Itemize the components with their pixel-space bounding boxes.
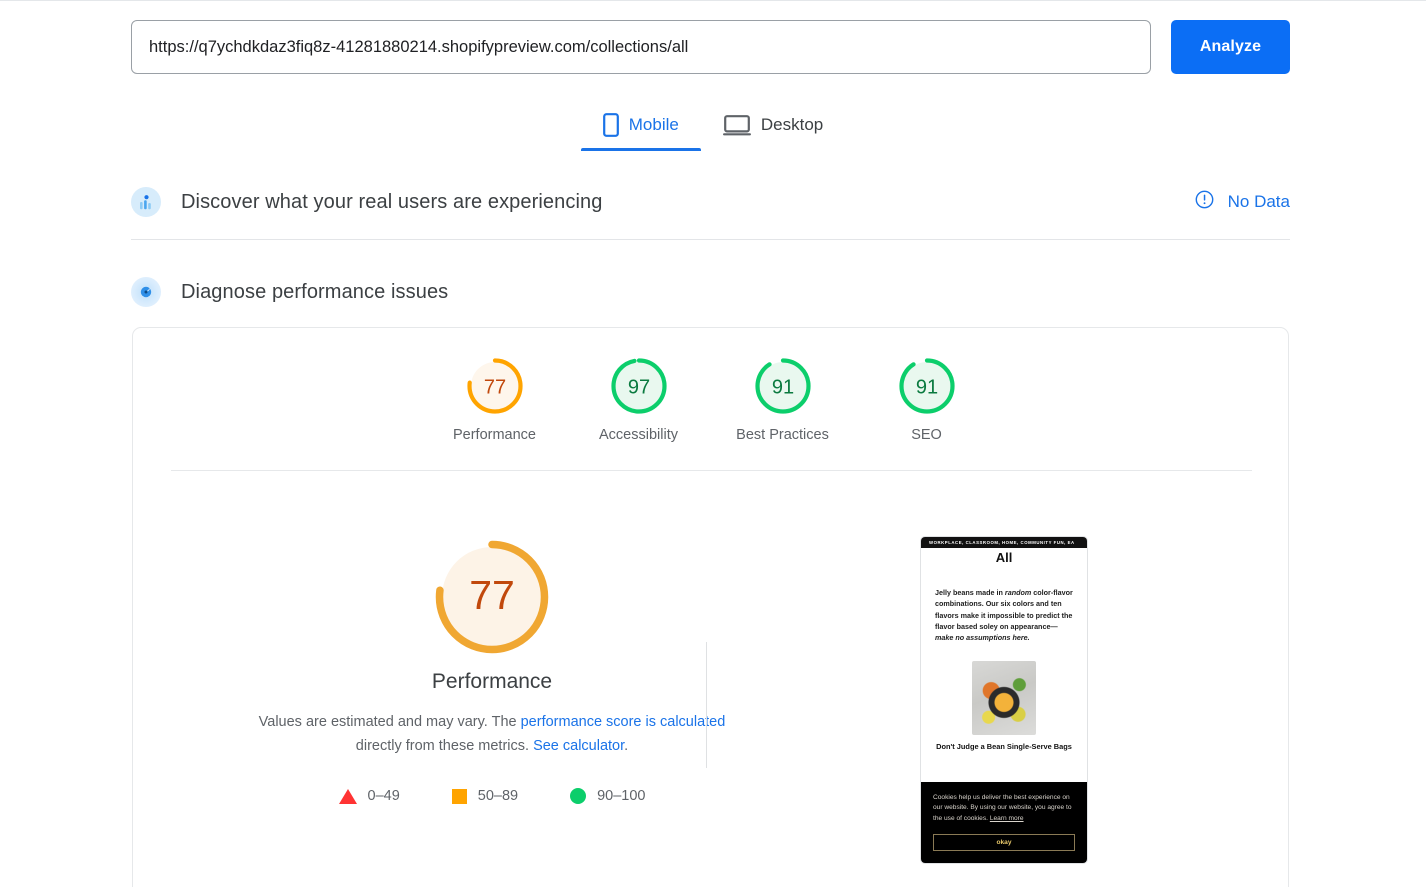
performance-score-link[interactable]: performance score is calculated [521,714,726,730]
lab-data-title: Diagnose performance issues [181,280,449,303]
score-gauge-performance[interactable]: 77 Performance [423,356,567,443]
svg-text:97: 97 [627,377,649,399]
mobile-icon [602,113,619,137]
thumb-em-2: make no assumptions here. [935,633,1030,643]
thumbnail-cookie-banner: Cookies help us deliver the best experie… [921,781,1087,863]
gauge-ring-accessibility: 97 [610,358,667,414]
performance-score-value: 77 [469,572,515,618]
performance-summary: 77 Performance Values are estimated and … [177,538,807,804]
page-screenshot-thumbnail: WORKPLACE, CLASSROOM, HOME, COMMUNITY FU… [920,536,1088,864]
score-gauge-accessibility[interactable]: 97 Accessibility [567,356,711,443]
real-users-icon [131,187,161,217]
cookie-banner-text: Cookies help us deliver the best experie… [933,793,1075,825]
desc-text-3: . [624,738,629,754]
gauge-icon [131,277,161,307]
see-calculator-link[interactable]: See calculator [533,738,624,754]
svg-text:91: 91 [771,377,793,399]
desktop-icon [722,114,751,136]
thumb-text-1: Jelly beans made in [935,588,1005,597]
tab-desktop-label: Desktop [760,115,824,134]
desc-text-2: directly from these metrics. [355,738,534,754]
cookie-learn-more-link[interactable]: Learn more [990,815,1024,822]
no-data-status[interactable]: No Data [1195,190,1290,214]
cookie-okay-button[interactable]: okay [933,834,1075,851]
vertical-divider [706,642,707,768]
thumbnail-announcement-bar: WORKPLACE, CLASSROOM, HOME, COMMUNITY FU… [921,537,1087,548]
device-tabs: Mobile Desktop [0,105,1426,151]
pagespeed-insights-page: Analyze Mobile Desktop [0,0,1426,887]
field-data-title: Discover what your real users are experi… [181,190,603,213]
info-circle-icon [1195,190,1214,214]
thumbnail-product-caption: Don't Judge a Bean Single-Serve Bags [936,742,1072,752]
gauge-ring-seo: 91 [898,358,955,414]
score-gauges: 77 Performance 97 Accessibility 91 Best [133,356,1288,443]
tab-mobile-label: Mobile [628,115,679,134]
performance-title: Performance [431,670,553,693]
lab-data-section: Diagnose performance issues [131,277,1290,307]
analyze-button[interactable]: Analyze [1171,20,1290,74]
legend-label-average: 50–89 [477,788,519,804]
results-card: 77 Performance 97 Accessibility 91 Best [132,327,1289,887]
performance-gauge-large: 77 [435,540,549,654]
url-input[interactable] [131,20,1151,74]
square-orange-icon [451,788,467,804]
url-bar-row: Analyze [131,20,1290,74]
legend-item-average: 50–89 [451,788,519,804]
performance-description: Values are estimated and may vary. The p… [257,710,727,758]
circle-green-icon [570,788,587,804]
score-legend: 0–49 50–89 90–100 [338,788,645,804]
score-label-accessibility: Accessibility [599,427,678,443]
tab-mobile[interactable]: Mobile [580,105,701,151]
tab-desktop[interactable]: Desktop [701,105,845,151]
score-gauge-seo[interactable]: 91 SEO [855,356,999,443]
gauge-ring-performance: 77 [466,358,523,414]
triangle-red-icon [338,788,357,804]
thumbnail-heading: All [995,550,1013,565]
legend-label-good: 90–100 [597,788,646,804]
legend-item-poor: 0–49 [338,788,400,804]
thumbnail-body-text: Jelly beans made in random color-flavor … [921,565,1087,643]
section-divider [131,239,1290,240]
card-inner-divider [171,470,1252,471]
svg-text:77: 77 [483,377,505,399]
gauge-ring-best-practices: 91 [754,358,811,414]
legend-label-poor: 0–49 [367,788,400,804]
thumb-em-1: random [1004,588,1032,597]
legend-item-good: 90–100 [570,788,645,804]
score-label-seo: SEO [911,427,942,443]
score-label-best-practices: Best Practices [736,427,829,443]
field-data-section: Discover what your real users are experi… [131,187,1290,217]
score-gauge-best-practices[interactable]: 91 Best Practices [711,356,855,443]
svg-text:91: 91 [915,377,937,399]
thumbnail-product-image [972,661,1036,736]
score-label-performance: Performance [452,427,536,443]
status-badge: No Data [1227,192,1290,211]
desc-text-1: Values are estimated and may vary. The [258,714,521,730]
